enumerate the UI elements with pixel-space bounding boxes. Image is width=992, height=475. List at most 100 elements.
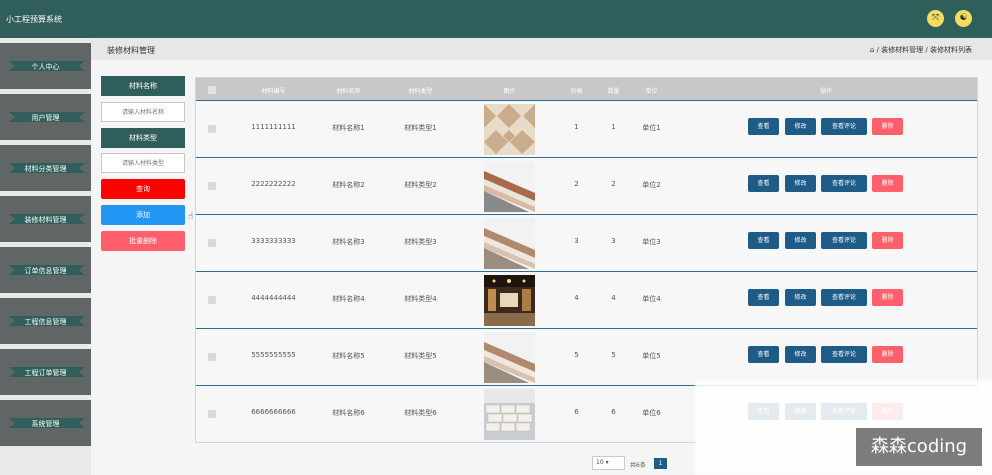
- page-size-select[interactable]: 10 ▾: [592, 456, 625, 470]
- sidebar-item-label: 订单信息管理: [24, 267, 67, 275]
- edit-button[interactable]: 修改: [785, 232, 816, 249]
- cell-material-name: 材料名称5: [332, 352, 365, 360]
- batch-delete-button[interactable]: 批量删除: [101, 231, 185, 251]
- cell-quantity: 6: [611, 408, 616, 416]
- app-title: 小工程预算系统: [6, 15, 62, 24]
- header-price[interactable]: 价格: [559, 86, 594, 95]
- delete-button[interactable]: 删除: [872, 346, 903, 363]
- view-comments-button[interactable]: 查看评论: [821, 118, 867, 135]
- cell-material-id: 6666666666: [251, 408, 296, 416]
- view-button[interactable]: 查看: [748, 346, 779, 363]
- cell-material-id: 2222222222: [251, 180, 296, 188]
- row-checkbox[interactable]: [208, 125, 216, 133]
- header-material-name[interactable]: 材料名称: [321, 86, 376, 95]
- view-comments-button[interactable]: 查看评论: [821, 289, 867, 306]
- page-size-value: 10: [596, 459, 604, 466]
- breadcrumb[interactable]: ⌂ / 装修材料管理 / 装修材料列表: [870, 45, 972, 55]
- view-button[interactable]: 查看: [748, 175, 779, 192]
- breadcrumb-text: / 装修材料管理 / 装修材料列表: [876, 46, 972, 54]
- view-comments-button[interactable]: 查看评论: [821, 346, 867, 363]
- edit-button[interactable]: 修改: [785, 118, 816, 135]
- view-button[interactable]: 查看: [748, 118, 779, 135]
- cell-unit: 单位5: [642, 352, 661, 360]
- view-comments-button[interactable]: 查看评论: [821, 175, 867, 192]
- watermark: 森森coding: [856, 428, 982, 466]
- material-image[interactable]: [484, 218, 535, 269]
- material-type-label: 材料类型: [101, 128, 185, 148]
- cell-quantity: 2: [611, 180, 616, 188]
- cell-unit: 单位3: [642, 238, 661, 246]
- cell-material-type: 材料类型4: [404, 295, 437, 303]
- view-button[interactable]: 查看: [748, 232, 779, 249]
- row-checkbox[interactable]: [208, 353, 216, 361]
- edit-button[interactable]: 修改: [785, 289, 816, 306]
- page-number-current[interactable]: 1: [654, 458, 667, 469]
- sidebar-item-projects[interactable]: 工程信息管理: [0, 298, 91, 344]
- table-row: 2222222222 材料名称2 材料类型2 2 2 单位2 查看 修改 查看评论 删除: [196, 157, 977, 214]
- cell-material-name: 材料名称4: [332, 295, 365, 303]
- row-checkbox[interactable]: [208, 296, 216, 304]
- header-quantity[interactable]: 数量: [596, 86, 631, 95]
- cell-material-type: 材料类型6: [404, 409, 437, 417]
- page-title: 装修材料管理: [107, 46, 155, 55]
- edit-button[interactable]: 修改: [785, 175, 816, 192]
- cell-unit: 单位4: [642, 295, 661, 303]
- delete-button[interactable]: 删除: [872, 175, 903, 192]
- cell-price: 4: [574, 294, 579, 302]
- sidebar-item-label: 材料分类管理: [24, 165, 67, 173]
- delete-button[interactable]: 删除: [872, 118, 903, 135]
- sidebar-item-label: 装修材料管理: [24, 216, 67, 224]
- cell-material-type: 材料类型1: [404, 124, 437, 132]
- sidebar-item-users[interactable]: 用户管理: [0, 94, 91, 140]
- row-checkbox[interactable]: [208, 239, 216, 247]
- delete-button[interactable]: 删除: [872, 232, 903, 249]
- cell-quantity: 4: [611, 294, 616, 302]
- user-icon[interactable]: ☯: [955, 10, 972, 27]
- sidebar: 个人中心 用户管理 材料分类管理 装修材料管理 订单信息管理 工程信息管理 工程…: [0, 38, 91, 475]
- delete-button[interactable]: 删除: [872, 289, 903, 306]
- cell-price: 6: [574, 408, 579, 416]
- sidebar-item-system[interactable]: 系统管理: [0, 400, 91, 446]
- material-name-label: 材料名称: [101, 76, 185, 96]
- view-comments-button[interactable]: 查看评论: [821, 232, 867, 249]
- material-image[interactable]: [484, 161, 535, 212]
- cell-unit: 单位1: [642, 124, 661, 132]
- search-button[interactable]: 查询: [101, 179, 185, 199]
- material-image[interactable]: [484, 332, 535, 383]
- sidebar-item-label: 系统管理: [31, 420, 60, 428]
- sidebar-item-orders[interactable]: 订单信息管理: [0, 247, 91, 293]
- table-row: 5555555555 材料名称5 材料类型5 5 5 单位5 查看 修改 查看评论 删除: [196, 328, 977, 385]
- sidebar-item-project-orders[interactable]: 工程订单管理: [0, 349, 91, 395]
- table-header: 材料编号 材料名称 材料类型 图片 价格 数量 单位 操作: [196, 78, 977, 101]
- material-image[interactable]: [484, 104, 535, 155]
- settings-icon[interactable]: ⤧: [927, 10, 944, 27]
- sidebar-item-materials[interactable]: 装修材料管理: [0, 196, 91, 242]
- material-type-input[interactable]: [101, 153, 185, 173]
- home-icon[interactable]: ⌂: [870, 46, 877, 54]
- sidebar-item-personal-center[interactable]: 个人中心: [0, 43, 91, 89]
- row-checkbox[interactable]: [208, 182, 216, 190]
- header-unit[interactable]: 单位: [634, 86, 669, 95]
- row-checkbox[interactable]: [208, 410, 216, 418]
- header-material-id[interactable]: 材料编号: [246, 86, 301, 95]
- cell-material-name: 材料名称3: [332, 238, 365, 246]
- edit-button[interactable]: 修改: [785, 346, 816, 363]
- view-button[interactable]: 查看: [748, 289, 779, 306]
- cell-price: 3: [574, 237, 579, 245]
- select-all-checkbox[interactable]: [208, 86, 216, 94]
- total-count: 共6条: [630, 462, 646, 469]
- material-image[interactable]: [484, 275, 535, 326]
- cell-quantity: 3: [611, 237, 616, 245]
- header-actions: 操作: [819, 88, 832, 95]
- header-material-type[interactable]: 材料类型: [393, 86, 448, 95]
- material-name-input[interactable]: [101, 102, 185, 122]
- table-row: 3333333333 材料名称3 材料类型3 3 3 单位3 查看 修改 查看评论 删除: [196, 214, 977, 271]
- cell-material-type: 材料类型2: [404, 181, 437, 189]
- add-button[interactable]: 添加: [101, 205, 185, 225]
- cell-material-id: 1111111111: [251, 123, 296, 131]
- sidebar-item-material-category[interactable]: 材料分类管理: [0, 145, 91, 191]
- table-row: 4444444444 材料名称4 材料类型4 4 4 单位4 查看 修改 查看评论 删除: [196, 271, 977, 328]
- cell-price: 1: [574, 123, 579, 131]
- material-image[interactable]: [484, 389, 535, 440]
- cell-material-name: 材料名称6: [332, 409, 365, 417]
